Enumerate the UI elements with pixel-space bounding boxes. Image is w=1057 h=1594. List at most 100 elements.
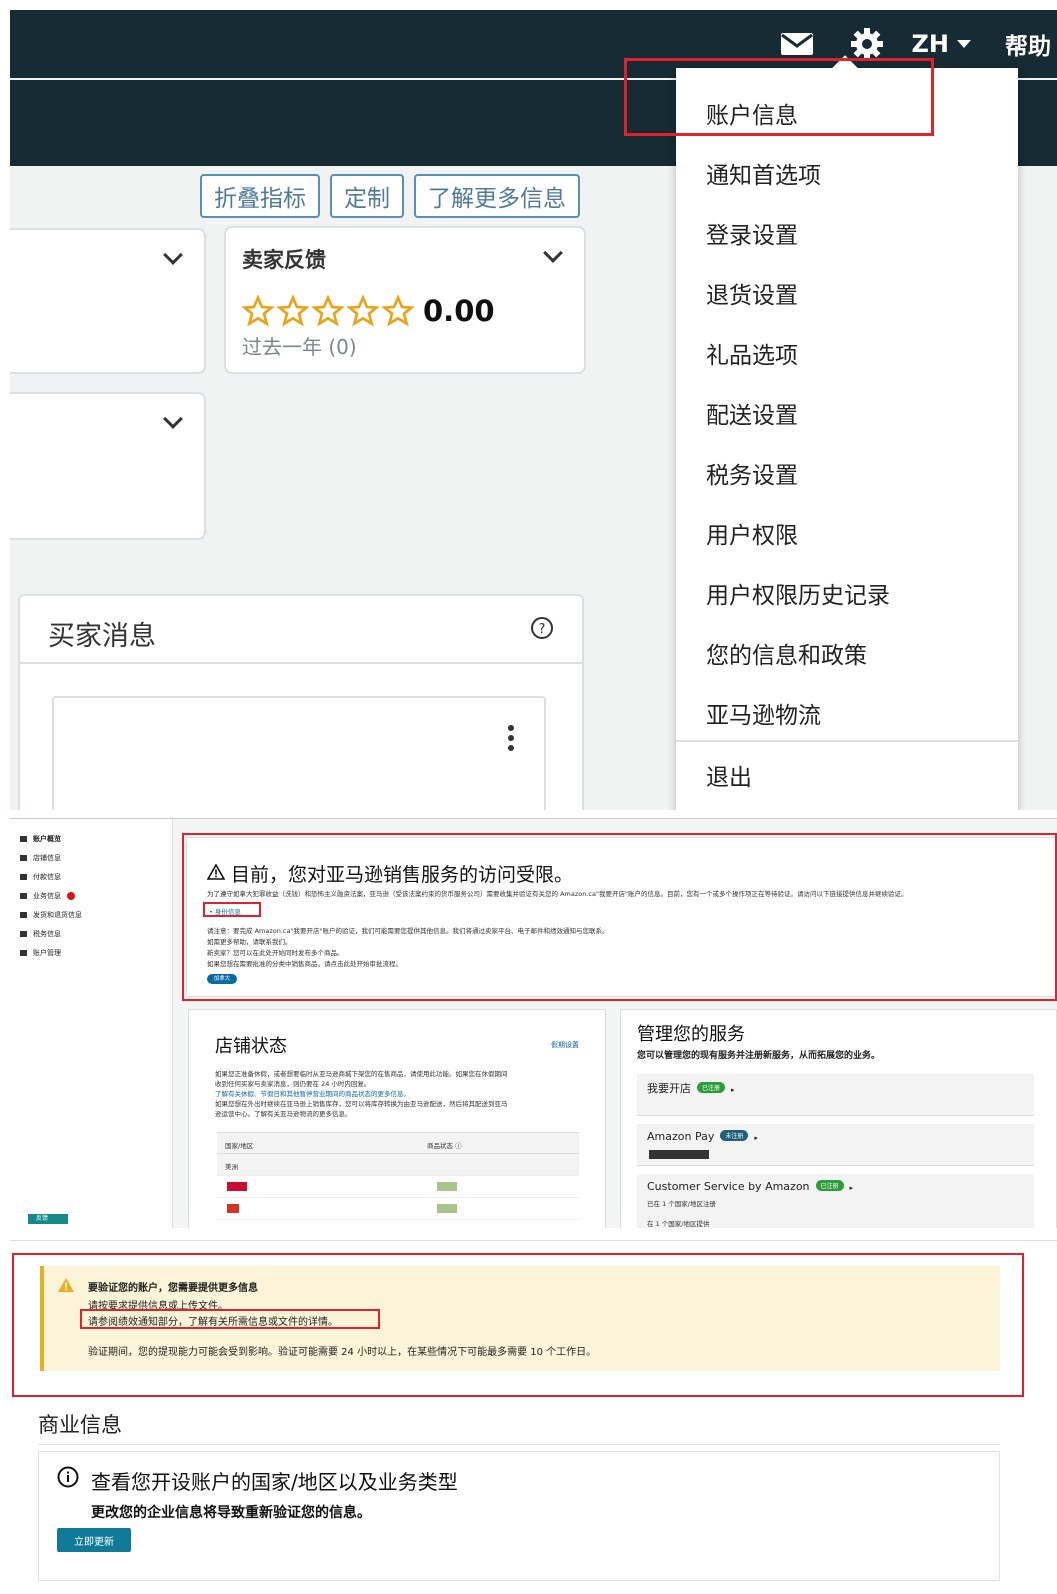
alert-title: 要验证您的账户，您需要提供更多信息 [88, 1283, 258, 1294]
metric-card [10, 228, 206, 374]
alert-text: 验证期间，您的提现能力可能会受到影响。验证可能需要 24 小时以上，在某些情况下… [88, 1347, 597, 1358]
menu-item-logout[interactable]: 退出 [706, 758, 752, 792]
sidebar-item-label: 业务信息 [33, 892, 61, 900]
highlight-box [80, 1309, 380, 1329]
store-text: 逊运营中心。了解有关亚马逊物流的更多信息。 [215, 1110, 352, 1118]
service-item-customer-service[interactable]: Customer Service by Amazon 已注册 ▸ 已在 1 个国家/… [637, 1174, 1034, 1228]
star-outline-icon [242, 295, 274, 327]
service-name: Amazon Pay [647, 1130, 715, 1143]
customize-button[interactable]: 定制 [330, 174, 404, 218]
table-group-row: 美洲 [217, 1154, 579, 1176]
sidebar-item-payment-info[interactable]: 付款信息 [20, 872, 61, 882]
column-header-status: 商品状态 ⓘ [427, 1142, 462, 1150]
menu-item-notification-preferences[interactable]: 通知首选项 [706, 156, 821, 190]
gear-icon[interactable] [850, 27, 884, 61]
menu-item-login-settings[interactable]: 登录设置 [706, 216, 798, 250]
service-name-row: Customer Service by Amazon 已注册 ▸ [647, 1180, 853, 1193]
seller-central-home-panel: ZH 帮助 折叠指标 定制 了解更多信息 卖家反馈 0.00 过去一年 (0) … [10, 10, 1057, 810]
verification-alert: 要验证您的账户，您需要提供更多信息 请按要求提供信息或上传文件。 请参阅绩效通知… [40, 1266, 1000, 1371]
column-header-country: 国家/地区 [225, 1142, 254, 1150]
sidebar-item-account-management[interactable]: 账户管理 [20, 948, 61, 958]
store-status-card: 店铺状态 假期设置 如果您正准备休假，或者想要临时从亚马逊商城下架您的在售商品，… [188, 1009, 606, 1228]
service-detail: 在 1 个国家/地区提供 [647, 1220, 710, 1228]
store-text: 收到任何买家与卖家消息，则仍要在 24 小时内回复。 [215, 1080, 371, 1088]
flag-icon [227, 1204, 239, 1213]
star-rating: 0.00 [242, 294, 495, 328]
services-subtitle: 您可以管理您的现有服务并注册新服务，从而拓展您的业务。 [637, 1051, 881, 1061]
info-icon [57, 1466, 79, 1488]
rating-period[interactable]: 过去一年 (0) [242, 331, 357, 360]
sidebar-item-tax-info[interactable]: 税务信息 [20, 929, 61, 939]
menu-item-user-permissions[interactable]: 用户权限 [706, 516, 798, 550]
message-item [52, 696, 546, 810]
vacation-settings-link[interactable]: 假期设置 [551, 1040, 579, 1050]
service-item-amazon-pay[interactable]: Amazon Pay 未注册 ▸ [637, 1124, 1034, 1166]
store-text: 如果您正准备休假，或者想要临时从亚马逊商城下架您的在售商品，请使用此功能。如果您… [215, 1070, 508, 1078]
business-info-title: 商业信息 [38, 1413, 122, 1437]
alert-dot-icon [67, 892, 75, 900]
grid-icon [20, 836, 27, 842]
service-name-row: Amazon Pay 未注册 ▸ [647, 1130, 758, 1143]
update-now-button[interactable]: 立即更新 [57, 1528, 131, 1552]
kebab-menu-icon[interactable] [508, 724, 514, 752]
table-row [217, 1198, 579, 1220]
document-icon [20, 931, 27, 937]
chevron-down-icon[interactable] [163, 245, 183, 265]
region-label: 美洲 [225, 1163, 238, 1171]
learn-more-button[interactable]: 了解更多信息 [414, 174, 580, 218]
menu-item-return-settings[interactable]: 退货设置 [706, 276, 798, 310]
divider [20, 662, 582, 664]
settings-dropdown-menu: 账户信息 通知首选项 登录设置 退货设置 礼品选项 配送设置 税务设置 用户权限… [676, 55, 1018, 810]
manage-services-card: 管理您的服务 您可以管理您的现有服务并注册新服务，从而拓展您的业务。 我要开店已… [620, 1009, 1057, 1228]
help-circle-icon[interactable]: ? [530, 616, 554, 640]
service-item-selling[interactable]: 我要开店 已注册 ▸ [637, 1074, 1034, 1116]
menu-item-info-and-policies[interactable]: 您的信息和政策 [706, 636, 867, 670]
sidebar-item-label: 账户概览 [33, 835, 61, 843]
sidebar-item-label: 税务信息 [33, 930, 61, 938]
menu-item-permission-history[interactable]: 用户权限历史记录 [706, 576, 890, 610]
feedback-button[interactable]: 反馈 [28, 1214, 68, 1224]
divider [38, 1444, 1000, 1445]
redacted-value [649, 1150, 709, 1159]
sidebar-item-store-info[interactable]: 店铺信息 [20, 853, 61, 863]
language-label: ZH [911, 30, 950, 58]
help-link[interactable]: 帮助 [1005, 27, 1051, 61]
chevron-down-icon[interactable] [543, 243, 563, 263]
chevron-down-icon[interactable] [163, 409, 183, 429]
menu-divider [676, 740, 1018, 742]
service-detail: 已在 1 个国家/地区注册 [647, 1200, 716, 1208]
buyer-messages-title: 买家消息 [48, 621, 156, 652]
menu-item-tax-settings[interactable]: 税务设置 [706, 456, 798, 490]
sidebar-item-shipping-returns[interactable]: 发货和退货信息 [20, 910, 82, 920]
collapse-metrics-button[interactable]: 折叠指标 [200, 174, 320, 218]
star-outline-icon [312, 295, 344, 327]
sidebar-item-label: 付款信息 [33, 873, 61, 881]
mail-icon[interactable] [780, 32, 814, 56]
caret-right-icon: ▸ [849, 1184, 854, 1192]
buyer-messages-card: 买家消息 ? [18, 594, 584, 810]
sidebar-item-business-info[interactable]: 业务信息 [20, 891, 75, 901]
rating-value: 0.00 [423, 294, 495, 328]
sidebar-item-overview[interactable]: 账户概览 [20, 834, 61, 844]
store-text-link[interactable]: 了解有关休假、节假日和其他暂停营业期间的商品状态的更多信息。 [215, 1088, 410, 1098]
table-row [217, 1176, 579, 1198]
business-info-heading: 查看您开设账户的国家/地区以及业务类型 [91, 1470, 458, 1494]
metric-card [10, 392, 206, 540]
sidebar-item-label: 店铺信息 [33, 854, 61, 862]
star-outline-icon [347, 295, 379, 327]
truck-icon [20, 912, 27, 918]
service-name-row: 我要开店 已注册 ▸ [647, 1080, 735, 1096]
account-health-panel: 账户概览 店铺信息 付款信息 业务信息 发货和退货信息 税务信息 账户管理 反馈… [10, 818, 1057, 1228]
sidebar-item-label: 账户管理 [33, 949, 61, 957]
star-outline-icon [277, 295, 309, 327]
menu-item-shipping-settings[interactable]: 配送设置 [706, 396, 798, 430]
menu-item-gift-options[interactable]: 礼品选项 [706, 336, 798, 370]
business-info-card: 查看您开设账户的国家/地区以及业务类型 更改您的企业信息将导致重新验证您的信息。… [38, 1451, 1000, 1581]
sidebar-item-label: 发货和退货信息 [33, 911, 82, 919]
menu-item-fba[interactable]: 亚马逊物流 [706, 696, 821, 730]
store-icon [20, 855, 27, 861]
store-status-title: 店铺状态 [215, 1036, 287, 1057]
card-icon [20, 874, 27, 880]
language-selector[interactable]: ZH [911, 30, 971, 58]
unregistered-badge: 未注册 [720, 1130, 749, 1141]
